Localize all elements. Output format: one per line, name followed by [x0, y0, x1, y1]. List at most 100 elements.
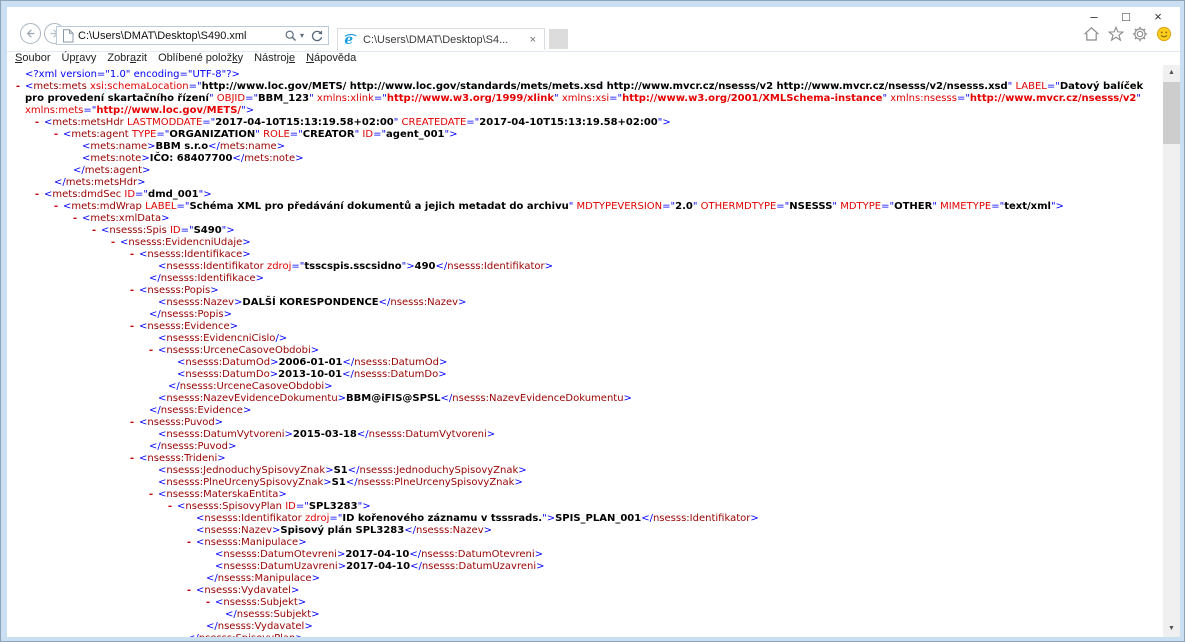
xml-element: - <nsesss:Vydavatel> - <nsesss:Subjekt> </ns… [186, 585, 1163, 633]
search-icon[interactable] [284, 29, 298, 43]
xml-line: - <mets:mdWrap LABEL="Schéma XML pro před… [53, 201, 1064, 213]
command-icons [1083, 26, 1172, 42]
search-dropdown-icon[interactable]: ▾ [300, 31, 304, 40]
xml-line: - <nsesss:Popis> [129, 285, 219, 297]
collapse-marker[interactable]: - [15, 81, 25, 93]
xml-element: - <mets:mdWrap LABEL="Schéma XML pro před… [53, 201, 1163, 637]
browser-tab[interactable]: e C:\Users\DMAT\Desktop\S4... × [337, 28, 545, 50]
collapse-marker[interactable]: - [129, 249, 139, 261]
xml-closing-tag: </nsesss:UrceneCasoveObdobi> [168, 381, 333, 392]
collapse-marker[interactable]: - [53, 201, 63, 213]
xml-closing-tag: </mets:metsHdr> [54, 177, 146, 188]
new-tab-button[interactable] [549, 29, 568, 49]
xml-prolog: <?xml version="1.0" encoding="UTF-8"?> [25, 69, 240, 80]
menu-item-soubor[interactable]: Soubor [15, 52, 50, 65]
menu-item-zobrazit[interactable]: Zobrazit [107, 52, 147, 65]
refresh-icon[interactable] [310, 29, 324, 43]
xml-line: - <mets:metsHdr LASTMODDATE="2017-04-10T1… [34, 117, 671, 129]
collapse-marker[interactable]: - [129, 453, 139, 465]
collapse-marker[interactable]: - [148, 345, 158, 357]
xml-element: <nsesss:DatumUzavreni>2017-04-10</nsesss… [205, 561, 1163, 573]
xml-element: - <nsesss:Trideni> <nsesss:JednoduchySpiso… [129, 453, 1163, 637]
collapse-marker[interactable]: - [34, 189, 44, 201]
xml-element: - <nsesss:MaterskaEntita> - <nsesss:Spisovy… [148, 489, 1163, 637]
menu-item-oblibene-polozky[interactable]: Oblíbené položky [158, 52, 243, 65]
collapse-marker[interactable]: - [110, 237, 120, 249]
xml-closing-tag: </nsesss:Identifikace> [149, 273, 265, 284]
menu-item-upravy[interactable]: Úpravy [61, 52, 96, 65]
xml-closing-tag: </nsesss:Evidence> [149, 405, 252, 416]
xml-element: - <nsesss:SpisovyPlan ID="SPL3283"> <nsess… [167, 501, 1163, 637]
collapse-marker[interactable]: - [186, 585, 196, 597]
xml-element: <nsesss:DatumDo>2013-10-01</nsesss:Datum… [167, 369, 1163, 381]
address-tools: ▾ [284, 29, 328, 43]
xml-line: <nsesss:EvidencniCislo/> [158, 333, 288, 344]
xml-line: - <nsesss:Evidence> [129, 321, 238, 333]
xml-element: - <nsesss:UrceneCasoveObdobi> <nsesss:Datu… [148, 345, 1163, 393]
xml-document: <?xml version="1.0" encoding="UTF-8"?> - <… [15, 69, 1163, 637]
xml-closing-tag: </mets:agent> [73, 165, 151, 176]
xml-line: - <mets:agent TYPE="ORGANIZATION" ROLE="C… [53, 129, 458, 141]
menu-item-napoveda[interactable]: Nápověda [306, 52, 356, 65]
xml-line: <nsesss:DatumUzavreni>2017-04-10</nsesss… [215, 561, 545, 572]
xml-line: - <mets:dmdSec ID="dmd_001"> [34, 189, 212, 201]
scrollbar-thumb[interactable] [1163, 82, 1180, 144]
back-arrow-icon [24, 27, 37, 40]
xml-line: <mets:name>BBM s.r.o</mets:name> [82, 141, 286, 152]
xml-element: - <mets:dmdSec ID="dmd_001"> - <mets:mdWrap… [34, 189, 1163, 637]
page-icon [62, 28, 74, 43]
collapse-marker[interactable]: - [53, 129, 63, 141]
scroll-up-arrow-icon[interactable]: ▲ [1163, 65, 1180, 81]
ie-logo-icon: e [343, 32, 358, 47]
favorites-star-icon[interactable] [1108, 26, 1124, 42]
xml-closing-tag: </nsesss:Subjekt> [225, 609, 320, 620]
feedback-smiley-icon[interactable] [1156, 26, 1172, 42]
xml-line: - <mets:xmlData> [72, 213, 170, 225]
xml-line: <nsesss:DatumDo>2013-10-01</nsesss:Datum… [177, 369, 447, 380]
xml-element: <nsesss:Nazev>Spisový plán SPL3283</nses… [186, 525, 1163, 537]
collapse-marker[interactable]: - [186, 537, 196, 549]
settings-gear-icon[interactable] [1132, 26, 1148, 42]
xml-line: <nsesss:JednoduchySpisovyZnak>S1</nsesss… [158, 465, 527, 476]
xml-line: <mets:note>IČO: 68407700</mets:note> [82, 153, 304, 164]
xml-element: <nsesss:JednoduchySpisovyZnak>S1</nsesss… [148, 465, 1163, 477]
xml-line: - <nsesss:MaterskaEntita> [148, 489, 287, 501]
collapse-marker[interactable]: - [129, 417, 139, 429]
address-bar: ▾ [56, 26, 329, 45]
xml-element: - <nsesss:Subjekt> </nsesss:Subjekt> [205, 597, 1163, 621]
xml-element: <nsesss:Identifikator zdroj="ID kořenové… [186, 513, 1163, 525]
xml-closing-tag: </nsesss:SpisovyPlan> [167, 633, 1163, 637]
collapse-marker[interactable]: - [129, 321, 139, 333]
collapse-marker[interactable]: - [34, 117, 44, 129]
xml-element: - <mets:agent TYPE="ORGANIZATION" ROLE="C… [53, 129, 1163, 177]
navigation-bar: ▾ e C:\Users\DMAT\Desktop\S4... × [7, 23, 1180, 51]
collapse-marker[interactable]: - [205, 597, 215, 609]
xml-line: <nsesss:DatumOtevreni>2017-04-10</nsesss… [215, 549, 544, 560]
home-icon[interactable] [1083, 26, 1100, 42]
collapse-marker[interactable]: - [129, 285, 139, 297]
tab-close-icon[interactable]: × [527, 34, 539, 46]
xml-line: <nsesss:Identifikator zdroj="tsscspis.ss… [158, 261, 554, 272]
xml-line: <nsesss:PlneUrcenySpisovyZnak>S1</nsesss… [158, 477, 523, 488]
xml-line: <nsesss:Nazev>DALŠÍ KORESPONDENCE</nsess… [158, 297, 467, 308]
xml-element: - <nsesss:EvidencniUdaje> - <nsesss:Identif… [110, 237, 1163, 637]
xml-element: - <nsesss:Identifikace> <nsesss:Identifika… [129, 249, 1163, 285]
xml-line: - <nsesss:Trideni> [129, 453, 226, 465]
back-button[interactable] [20, 23, 41, 44]
vertical-scrollbar[interactable]: ▲ ▼ [1163, 65, 1180, 637]
collapse-marker[interactable]: - [72, 213, 82, 225]
collapse-marker[interactable]: - [148, 489, 158, 501]
menu-item-nastroje[interactable]: Nástroje [254, 52, 295, 65]
url-input[interactable] [78, 29, 284, 42]
xml-closing-tag: </nsesss:Vydavatel> [206, 621, 313, 632]
xml-element: - <nsesss:Popis> <nsesss:Nazev>DALŠÍ KORES… [129, 285, 1163, 321]
collapse-marker[interactable]: - [167, 501, 177, 513]
xml-element: <nsesss:DatumVytvoreni>2015-03-18</nsess… [148, 429, 1163, 441]
xml-element: - <nsesss:Spis ID="S490"> - <nsesss:Evidenc… [91, 225, 1163, 637]
xml-element: <nsesss:NazevEvidenceDokumentu>BBM@iFIS@… [148, 393, 1163, 405]
xml-element: <nsesss:EvidencniCislo/> [148, 333, 1163, 345]
xml-element: <mets:note>IČO: 68407700</mets:note> [72, 153, 1163, 165]
scroll-down-arrow-icon[interactable]: ▼ [1163, 621, 1180, 637]
xml-closing-tag: </nsesss:Manipulace> [206, 573, 320, 584]
collapse-marker[interactable]: - [91, 225, 101, 237]
